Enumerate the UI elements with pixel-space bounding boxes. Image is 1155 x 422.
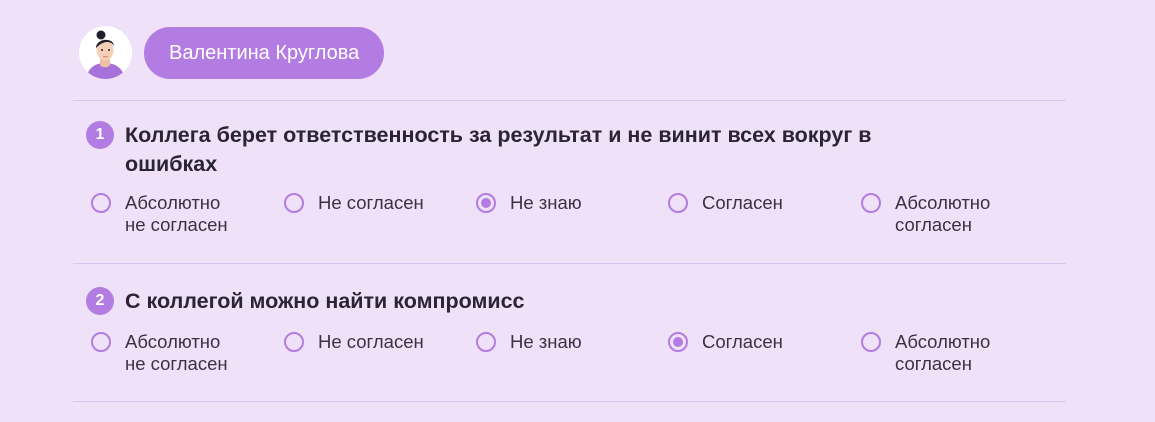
- question-1: 1 Коллега берет ответственность за резул…: [86, 121, 990, 242]
- option-strongly-agree[interactable]: Абсолютно согласен: [861, 192, 990, 236]
- answer-options: Абсолютно не согласен Не согласен Не зна…: [86, 192, 990, 242]
- respondent-name-badge: Валентина Круглова: [144, 26, 385, 79]
- radio-button[interactable]: [284, 332, 304, 352]
- option-dont-know[interactable]: Не знаю: [476, 192, 582, 214]
- question-text: Коллега берет ответственность за результ…: [125, 123, 872, 176]
- option-disagree[interactable]: Не согласен: [284, 331, 424, 353]
- answer-options: Абсолютно не согласен Не согласен Не зна…: [86, 331, 990, 381]
- divider: [73, 100, 1066, 101]
- respondent-header: Валентина Круглова: [79, 26, 385, 79]
- option-label: Не согласен: [318, 331, 424, 352]
- option-label: Не согласен: [318, 192, 424, 213]
- radio-button[interactable]: [668, 332, 688, 352]
- option-strongly-disagree[interactable]: Абсолютно не согласен: [91, 331, 228, 375]
- option-disagree[interactable]: Не согласен: [284, 192, 424, 214]
- question-2: 2 С коллегой можно найти компромисс Абсо…: [86, 287, 990, 381]
- option-strongly-agree[interactable]: Абсолютно согласен: [861, 331, 990, 375]
- option-label: Абсолютно не согласен: [125, 192, 228, 235]
- survey-page: Валентина Круглова 1 Коллега берет ответ…: [0, 0, 1155, 422]
- option-label: Абсолютно согласен: [895, 192, 991, 235]
- option-agree[interactable]: Согласен: [668, 192, 783, 214]
- question-number-badge: 2: [86, 287, 114, 315]
- option-strongly-disagree[interactable]: Абсолютно не согласен: [91, 192, 228, 236]
- question-number-badge: 1: [86, 121, 114, 149]
- radio-button[interactable]: [476, 193, 496, 213]
- option-dont-know[interactable]: Не знаю: [476, 331, 582, 353]
- radio-button[interactable]: [91, 193, 111, 213]
- radio-button[interactable]: [91, 332, 111, 352]
- question-text: С коллегой можно найти компромисс: [125, 289, 525, 313]
- divider: [73, 401, 1066, 402]
- radio-button[interactable]: [476, 332, 496, 352]
- option-label: Не знаю: [510, 192, 582, 213]
- radio-button[interactable]: [861, 193, 881, 213]
- option-label: Не знаю: [510, 331, 582, 352]
- radio-button[interactable]: [668, 193, 688, 213]
- divider: [73, 263, 1066, 264]
- person-avatar-icon: [79, 26, 132, 79]
- option-agree[interactable]: Согласен: [668, 331, 783, 353]
- option-label: Абсолютно согласен: [895, 331, 991, 374]
- option-label: Согласен: [702, 331, 783, 352]
- option-label: Абсолютно не согласен: [125, 331, 228, 374]
- radio-button[interactable]: [861, 332, 881, 352]
- radio-button[interactable]: [284, 193, 304, 213]
- option-label: Согласен: [702, 192, 783, 213]
